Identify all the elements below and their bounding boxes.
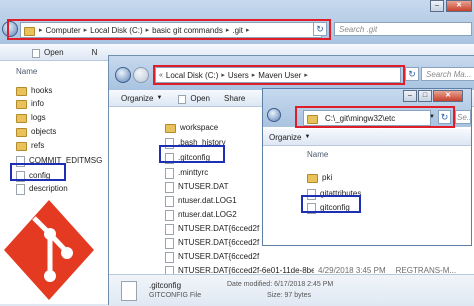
file-name: NTUSER.DAT{6cced2f	[178, 252, 260, 261]
forward-button[interactable]	[133, 67, 149, 83]
details-file-type: GITCONFIG File	[149, 292, 202, 299]
list-item[interactable]: hooks	[16, 86, 53, 96]
open-button[interactable]: Open	[178, 93, 210, 104]
file-name: info	[31, 99, 44, 108]
file-name: description	[29, 184, 68, 193]
file-icon	[165, 210, 174, 221]
organize-menu[interactable]: Organize ▼	[121, 94, 162, 103]
list-item[interactable]: NTUSER.DAT{6cced2f	[165, 223, 260, 235]
open-button-label: Open	[44, 47, 64, 57]
back-button[interactable]	[267, 108, 281, 122]
minimize-button[interactable]: –	[403, 90, 417, 102]
file-name: refs	[31, 141, 45, 150]
list-item[interactable]: refs	[16, 141, 45, 151]
details-file-name: .gitconfig	[149, 281, 182, 290]
file-icon	[165, 196, 174, 207]
close-button[interactable]: ✕	[433, 90, 463, 102]
dropdown-arrow-icon: ▼	[304, 134, 311, 140]
file-name: NTUSER.DAT{6cced2f	[178, 238, 260, 247]
share-menu[interactable]: Share	[224, 94, 245, 103]
file-name: NTUSER.DAT{6cced2f	[178, 224, 260, 233]
search-input[interactable]: Search Ma...	[421, 67, 474, 81]
new-folder-button[interactable]: N	[92, 48, 98, 57]
minimize-button[interactable]: –	[430, 0, 444, 12]
organize-label: Organize	[269, 132, 302, 142]
list-item[interactable]: workspace	[165, 123, 219, 133]
search-input[interactable]: Search .git	[334, 22, 472, 36]
list-item[interactable]: .minttyrc	[165, 167, 209, 179]
file-name: .minttyrc	[178, 168, 209, 177]
file-icon	[165, 168, 174, 179]
file-icon	[165, 252, 174, 263]
file-icon	[178, 94, 187, 104]
organize-label: Organize	[121, 93, 154, 103]
file-icon	[32, 48, 40, 58]
file-name: objects	[31, 127, 57, 136]
share-label: Share	[224, 93, 246, 103]
gitconfig-highlight	[159, 145, 225, 163]
folder-icon	[16, 114, 27, 123]
config-highlight	[10, 163, 66, 181]
details-pane: .gitconfig GITCONFIG File Date modified:…	[109, 274, 474, 305]
folder-icon	[307, 174, 318, 183]
file-icon	[16, 184, 25, 195]
back-button[interactable]	[115, 67, 131, 83]
list-item[interactable]: NTUSER.DAT{6cced2f	[165, 237, 260, 249]
list-item[interactable]: ntuser.dat.LOG2	[165, 209, 237, 221]
list-item[interactable]: ntuser.dat.LOG1	[165, 195, 237, 207]
gitconfig-file-large-icon	[121, 281, 137, 301]
list-item[interactable]: NTUSER.DAT{6cced2f	[165, 251, 260, 263]
address-highlight	[153, 65, 405, 85]
git-logo-icon	[4, 200, 94, 300]
file-name: NTUSER.DAT	[178, 182, 229, 191]
folder-icon	[16, 142, 27, 151]
column-header-name[interactable]: Name	[16, 67, 37, 76]
folder-icon	[16, 100, 27, 109]
command-bar: Organize ▼	[263, 129, 471, 146]
dropdown-arrow-icon: ▼	[156, 95, 163, 101]
column-header-name[interactable]: Name	[307, 150, 328, 159]
file-icon	[165, 182, 174, 193]
list-item[interactable]: objects	[16, 127, 57, 137]
list-item[interactable]: pki	[307, 173, 333, 183]
list-item[interactable]: logs	[16, 113, 46, 123]
address-highlight	[295, 106, 455, 128]
new-button-label: N	[91, 47, 98, 57]
address-highlight	[7, 19, 331, 40]
open-button[interactable]: Open	[32, 47, 64, 58]
file-icon	[165, 238, 174, 249]
file-name: hooks	[31, 86, 53, 95]
list-item[interactable]: NTUSER.DAT	[165, 181, 229, 193]
folder-icon	[16, 87, 27, 96]
file-icon	[165, 224, 174, 235]
file-name: ntuser.dat.LOG2	[178, 210, 237, 219]
file-name: ntuser.dat.LOG1	[178, 196, 237, 205]
file-name: logs	[31, 113, 46, 122]
details-size: Size: 97 bytes	[267, 292, 311, 299]
organize-menu[interactable]: Organize ▼	[269, 133, 310, 142]
folder-icon	[16, 128, 27, 137]
file-name: workspace	[180, 123, 219, 132]
list-item[interactable]: description	[16, 183, 68, 195]
search-input[interactable]: Se...	[455, 110, 471, 124]
close-button[interactable]: ✕	[446, 0, 472, 12]
list-item[interactable]: info	[16, 99, 44, 109]
open-label: Open	[190, 93, 210, 103]
maximize-button[interactable]: □	[418, 90, 432, 102]
explorer-window-etc: – □ ✕ C:\_git\mingw32\etc ▼ ↻ Se... Orga…	[262, 88, 472, 246]
refresh-button[interactable]: ↻	[405, 67, 419, 81]
git-logo	[0, 196, 98, 304]
file-name: pki	[322, 173, 333, 182]
gitconfig-highlight	[301, 195, 361, 213]
folder-icon	[165, 124, 176, 133]
details-date-modified: Date modified: 6/17/2018 2:45 PM	[227, 281, 334, 288]
